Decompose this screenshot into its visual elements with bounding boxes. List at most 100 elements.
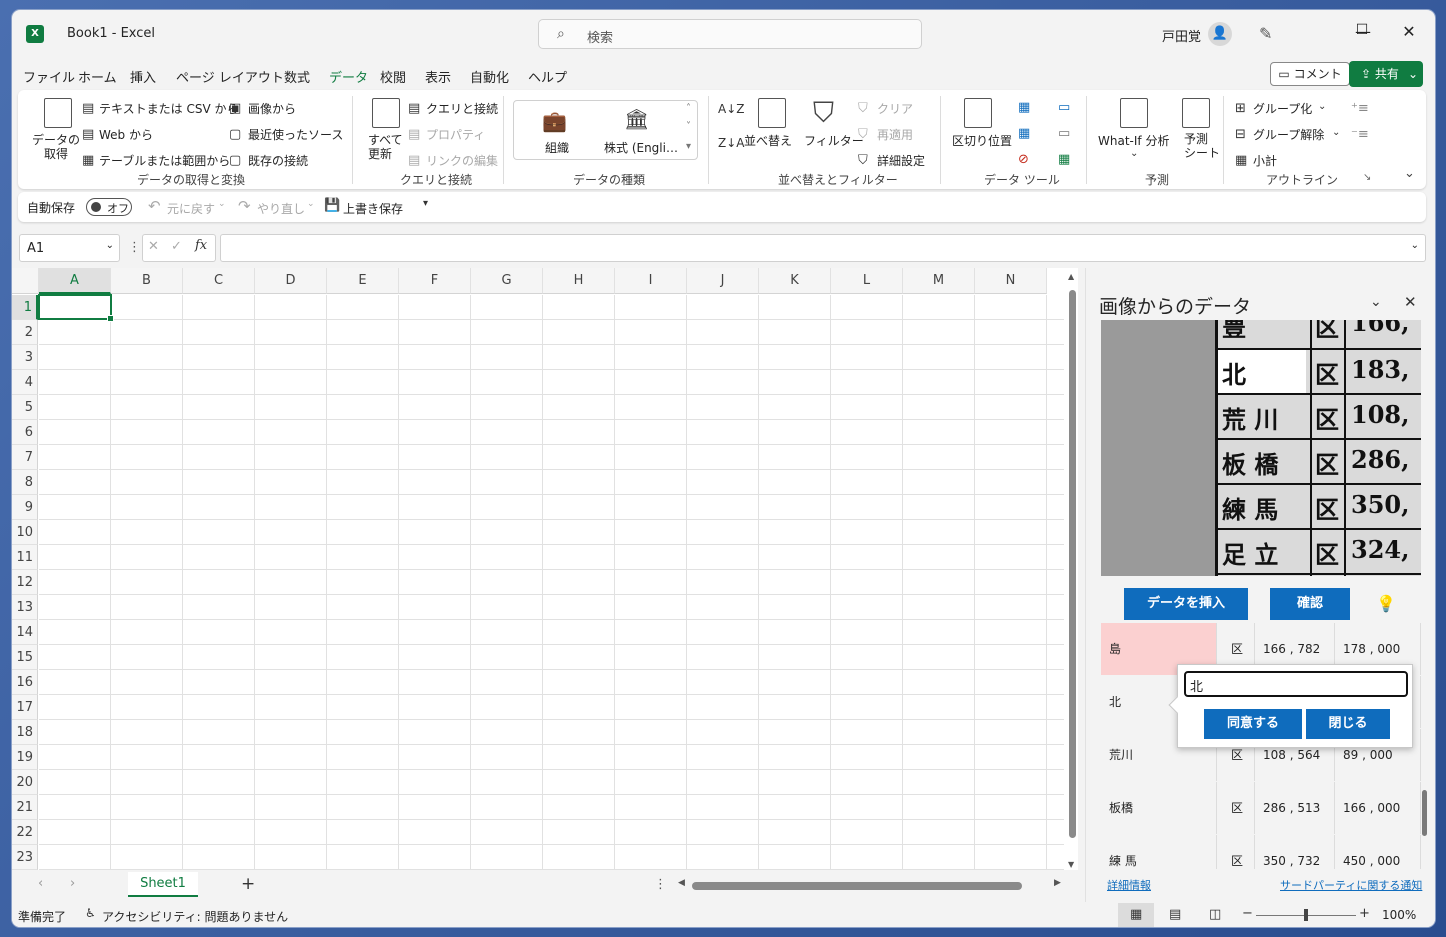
- advanced-filter-button[interactable]: 詳細設定: [877, 152, 925, 169]
- maximize-icon[interactable]: ☐: [1347, 22, 1377, 38]
- row-header-19[interactable]: 19: [12, 745, 38, 770]
- sort-icon[interactable]: [758, 98, 786, 128]
- show-detail-icon[interactable]: ⁺≡: [1351, 101, 1369, 116]
- column-header-h[interactable]: H: [543, 268, 615, 294]
- column-header-i[interactable]: I: [615, 268, 687, 294]
- column-header-n[interactable]: N: [975, 268, 1047, 294]
- data-model-icon[interactable]: ▦: [1058, 152, 1070, 167]
- filter-icon[interactable]: ⛉: [813, 96, 834, 130]
- result-cell[interactable]: 区: [1217, 782, 1255, 834]
- chevron-down-icon[interactable]: ⌄: [1370, 294, 1382, 310]
- avatar[interactable]: 👤: [1208, 22, 1232, 46]
- scroll-thumb[interactable]: [1069, 290, 1076, 838]
- column-header-d[interactable]: D: [255, 268, 327, 294]
- column-header-e[interactable]: E: [327, 268, 399, 294]
- enter-icon[interactable]: ✓: [171, 239, 182, 254]
- get-data-button[interactable]: データの 取得: [32, 133, 80, 161]
- row-header-18[interactable]: 18: [12, 720, 38, 745]
- result-row[interactable]: 板橋区 286 , 513 166 , 000: [1101, 782, 1421, 834]
- close-pane-icon[interactable]: ✕: [1404, 293, 1417, 311]
- column-header-k[interactable]: K: [759, 268, 831, 294]
- confirm-button[interactable]: 確認: [1270, 588, 1350, 620]
- data-validation-icon[interactable]: ⊘: [1018, 152, 1029, 167]
- normal-view-button[interactable]: ▦: [1118, 903, 1154, 927]
- worksheet-grid[interactable]: ABCDEFGHIJKLMN 1 2 3 4 5 6 7 8 9 10 11 12 13 14 15 16 17…: [12, 268, 1078, 870]
- reapply-button[interactable]: 再適用: [877, 126, 913, 143]
- row-header-14[interactable]: 14: [12, 620, 38, 645]
- row-header-7[interactable]: 7: [12, 445, 38, 470]
- bank-icon[interactable]: 🏛: [624, 107, 649, 131]
- column-header-j[interactable]: J: [687, 268, 759, 294]
- zoom-slider-thumb[interactable]: [1304, 909, 1308, 921]
- hide-detail-icon[interactable]: ⁻≡: [1351, 127, 1369, 142]
- row-header-1[interactable]: 1: [12, 295, 38, 320]
- row-header-10[interactable]: 10: [12, 520, 38, 545]
- row-header-6[interactable]: 6: [12, 420, 38, 445]
- column-header-b[interactable]: B: [111, 268, 183, 294]
- group-button[interactable]: グループ化: [1253, 100, 1312, 117]
- get-data-icon[interactable]: [44, 98, 72, 128]
- row-header-17[interactable]: 17: [12, 695, 38, 720]
- user-name[interactable]: 戸田覚: [1162, 26, 1201, 45]
- prev-sheet-icon[interactable]: ‹: [38, 876, 43, 891]
- scroll-right-icon[interactable]: ▶: [1054, 878, 1061, 888]
- flash-fill-icon[interactable]: ▦: [1018, 100, 1030, 115]
- correction-input[interactable]: 北: [1184, 671, 1408, 697]
- what-if-icon[interactable]: [1120, 98, 1148, 128]
- scroll-down-icon[interactable]: ▼: [1068, 860, 1074, 869]
- row-header-2[interactable]: 2: [12, 320, 38, 345]
- column-header-g[interactable]: G: [471, 268, 543, 294]
- zoom-level[interactable]: 100%: [1382, 908, 1416, 922]
- column-header-a[interactable]: A: [39, 268, 111, 294]
- consolidate-icon[interactable]: ▭: [1058, 100, 1070, 115]
- chevron-down-icon[interactable]: ˅: [686, 121, 691, 132]
- from-table-button[interactable]: テーブルまたは範囲から: [99, 152, 230, 169]
- refresh-all-icon[interactable]: [372, 98, 400, 128]
- search-input[interactable]: ⌕ 検索: [538, 19, 922, 49]
- chevron-down-icon[interactable]: ⌄: [1318, 101, 1326, 112]
- column-header-c[interactable]: C: [183, 268, 255, 294]
- relationships-icon[interactable]: ▭: [1058, 126, 1070, 141]
- subtotal-button[interactable]: 小計: [1253, 152, 1277, 169]
- row-header-5[interactable]: 5: [12, 395, 38, 420]
- tab-formulas[interactable]: 数式: [284, 67, 310, 86]
- tab-help[interactable]: ヘルプ: [528, 67, 567, 86]
- result-cell[interactable]: 区: [1217, 835, 1255, 869]
- edit-links-button[interactable]: リンクの編集: [426, 152, 498, 169]
- result-cell[interactable]: 練 馬: [1101, 835, 1217, 869]
- pen-icon[interactable]: ✎: [1259, 24, 1272, 43]
- more-options-icon[interactable]: ⋮: [654, 877, 667, 892]
- row-header-13[interactable]: 13: [12, 595, 38, 620]
- agree-button[interactable]: 同意する: [1204, 709, 1302, 739]
- properties-button[interactable]: プロパティ: [426, 126, 485, 143]
- chevron-down-icon[interactable]: ⌄: [1408, 61, 1418, 87]
- row-header-9[interactable]: 9: [12, 495, 38, 520]
- from-picture-button[interactable]: 画像から: [248, 100, 296, 117]
- row-header-4[interactable]: 4: [12, 370, 38, 395]
- zoom-out-icon[interactable]: −: [1242, 906, 1253, 921]
- tab-view[interactable]: 表示: [425, 67, 451, 86]
- more-icon[interactable]: ▾: [686, 141, 691, 152]
- result-cell[interactable]: 板橋: [1101, 782, 1217, 834]
- save-button[interactable]: 上書き保存: [343, 200, 403, 217]
- from-web-button[interactable]: Web から: [99, 126, 153, 143]
- collapse-ribbon-icon[interactable]: ⌄: [1404, 166, 1415, 181]
- result-cell[interactable]: 450 , 000: [1335, 835, 1421, 869]
- text-to-columns-icon[interactable]: [964, 98, 992, 128]
- redo-button[interactable]: やり直し: [257, 200, 305, 217]
- clear-filter-button[interactable]: クリア: [877, 100, 913, 117]
- name-box[interactable]: A1 ⌄: [19, 234, 120, 262]
- row-header-11[interactable]: 11: [12, 545, 38, 570]
- chevron-up-icon[interactable]: ˄: [686, 103, 691, 114]
- third-party-notice-link[interactable]: サードパーティに関する通知: [1280, 877, 1422, 893]
- sort-ascending-icon[interactable]: A↓Z: [718, 102, 744, 116]
- add-sheet-button[interactable]: +: [241, 874, 255, 894]
- text-to-columns-button[interactable]: 区切り位置: [952, 132, 1012, 149]
- chevron-down-icon[interactable]: ⌄: [1130, 148, 1138, 159]
- autosave-toggle[interactable]: オフ: [86, 198, 132, 216]
- sort-button[interactable]: 並べ替え: [744, 132, 792, 149]
- cancel-icon[interactable]: ✕: [148, 239, 159, 254]
- column-header-m[interactable]: M: [903, 268, 975, 294]
- details-link[interactable]: 詳細情報: [1107, 877, 1151, 893]
- from-csv-button[interactable]: テキストまたは CSV から: [99, 100, 238, 117]
